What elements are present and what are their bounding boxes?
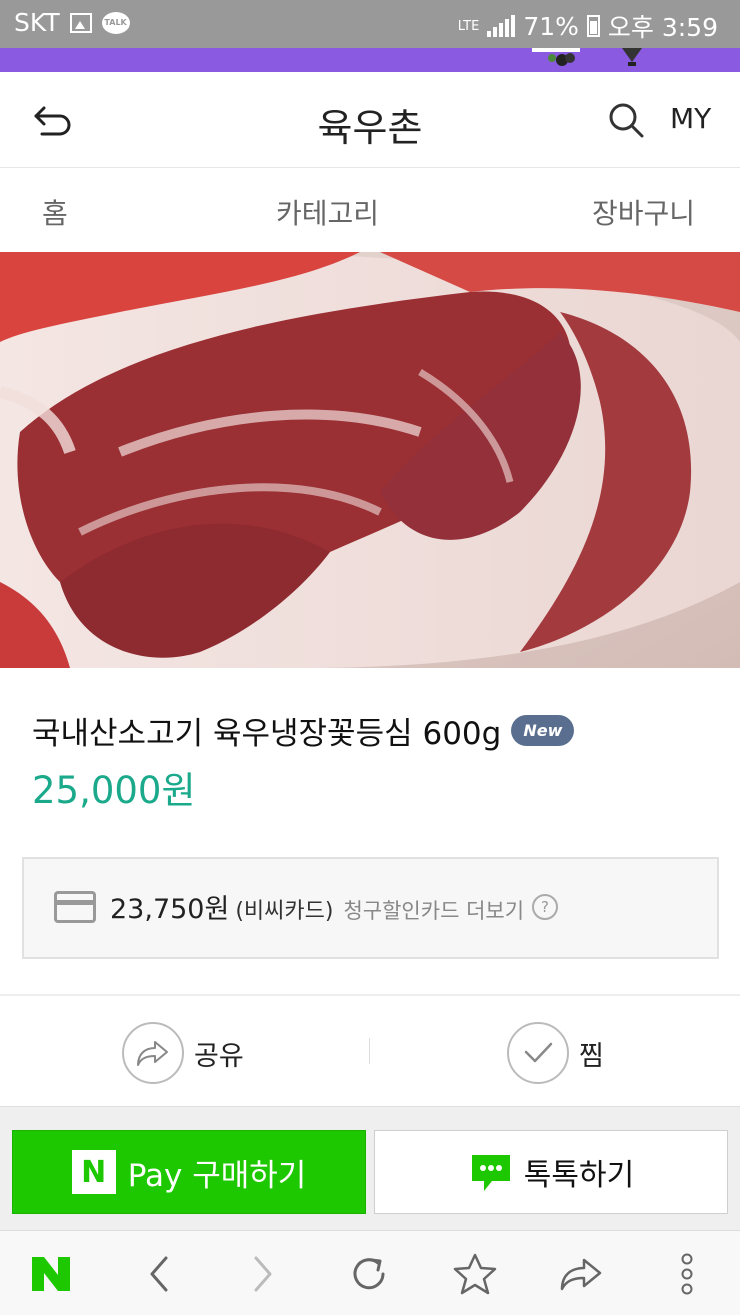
naver-logo-icon bbox=[32, 1257, 70, 1291]
share-icon-circle bbox=[122, 1022, 184, 1084]
signal-icon bbox=[487, 15, 516, 37]
carrier-label: SKT bbox=[14, 8, 60, 37]
more-icon bbox=[681, 1253, 693, 1295]
banner-decoration-icon bbox=[532, 48, 642, 66]
card-discount-price: 23,750원 bbox=[110, 894, 230, 925]
nav-tabs: 홈 카테고리 장바구니 bbox=[0, 168, 740, 252]
card-name: (비씨카드) bbox=[235, 899, 334, 924]
bookmark-button[interactable] bbox=[452, 1251, 498, 1297]
tab-home[interactable]: 홈 bbox=[42, 192, 68, 232]
status-bar: SKT TALK LTE 71% 오후 3:59 bbox=[0, 0, 740, 48]
promo-banner-strip[interactable] bbox=[0, 48, 740, 72]
more-cards-link[interactable]: 청구할인카드 더보기 bbox=[343, 895, 524, 925]
browser-forward-button[interactable] bbox=[240, 1251, 286, 1297]
npay-purchase-button[interactable]: N Pay 구매하기 bbox=[12, 1130, 366, 1214]
naver-home-button[interactable] bbox=[28, 1251, 74, 1297]
product-name: 국내산소고기 육우냉장꽃등심 600g bbox=[32, 716, 502, 752]
tab-cart[interactable]: 장바구니 bbox=[592, 192, 695, 232]
card-discount-box[interactable]: 23,750원 (비씨카드) 청구할인카드 더보기 ? bbox=[22, 857, 719, 959]
browser-back-button[interactable] bbox=[136, 1251, 182, 1297]
npay-label: Pay 구매하기 bbox=[127, 1157, 307, 1194]
clock: 오후 3:59 bbox=[607, 13, 718, 42]
naver-n-logo-icon: N bbox=[71, 1150, 116, 1194]
new-badge: New bbox=[511, 715, 575, 746]
battery-icon bbox=[586, 15, 600, 37]
browser-share-button[interactable] bbox=[558, 1251, 604, 1297]
kakaotalk-notification-icon: TALK bbox=[101, 11, 130, 34]
search-icon bbox=[609, 103, 644, 138]
like-icon-circle bbox=[507, 1022, 569, 1084]
talktalk-button[interactable]: 톡톡하기 bbox=[374, 1130, 728, 1214]
forward-icon bbox=[254, 1256, 272, 1292]
share-arrow-icon bbox=[137, 1041, 168, 1066]
share-icon bbox=[560, 1258, 602, 1291]
network-type: LTE bbox=[457, 18, 480, 34]
back-icon bbox=[150, 1256, 168, 1292]
talktalk-chat-icon bbox=[471, 1155, 510, 1191]
my-page-button[interactable]: MY bbox=[670, 102, 711, 135]
more-menu-button[interactable] bbox=[664, 1251, 710, 1297]
app-header: 육우촌 MY bbox=[0, 72, 740, 168]
talktalk-label: 톡톡하기 bbox=[523, 1158, 635, 1193]
action-separator bbox=[369, 1038, 370, 1064]
product-price: 25,000원 bbox=[32, 769, 196, 812]
search-button[interactable] bbox=[606, 100, 646, 140]
help-icon[interactable]: ? bbox=[532, 893, 559, 920]
like-label: 찜 bbox=[579, 1040, 604, 1072]
card-discount-text: 23,750원 (비씨카드) 청구할인카드 더보기 ? bbox=[110, 887, 559, 926]
action-row: 공유 찜 bbox=[0, 996, 740, 1106]
credit-card-icon bbox=[54, 891, 96, 923]
gallery-notification-icon bbox=[69, 12, 92, 33]
like-button[interactable]: 찜 bbox=[507, 1022, 604, 1084]
beef-photo bbox=[0, 252, 740, 668]
product-image[interactable] bbox=[0, 252, 740, 668]
refresh-icon bbox=[353, 1258, 385, 1290]
product-title-row: 국내산소고기 육우냉장꽃등심 600g New bbox=[32, 708, 575, 753]
refresh-button[interactable] bbox=[346, 1251, 392, 1297]
tab-category[interactable]: 카테고리 bbox=[276, 192, 379, 232]
bookmark-star-icon bbox=[453, 1253, 497, 1295]
check-icon bbox=[524, 1042, 553, 1063]
share-label: 공유 bbox=[194, 1040, 244, 1072]
share-button[interactable]: 공유 bbox=[122, 1022, 244, 1084]
battery-percent: 71% bbox=[523, 11, 579, 41]
browser-toolbar bbox=[0, 1230, 740, 1315]
